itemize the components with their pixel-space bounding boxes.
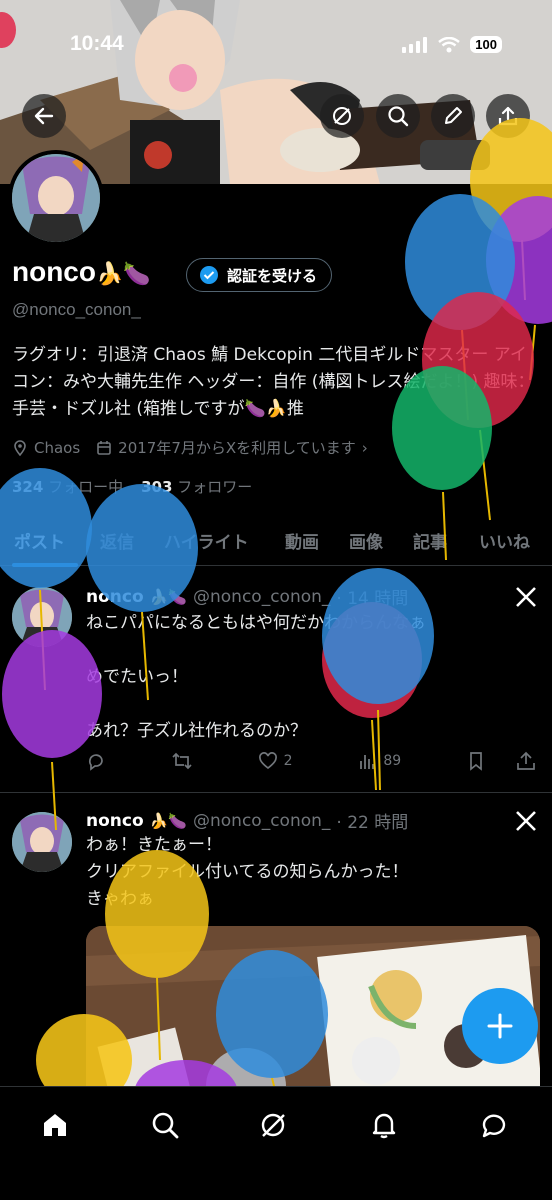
joined-date: 2017年7月からXを利用しています › xyxy=(96,437,368,458)
nav-search[interactable] xyxy=(145,1105,185,1145)
views-button[interactable]: 89 xyxy=(357,751,401,771)
profile-name-emoji: 🍌🍆 xyxy=(96,261,151,286)
signal-icon xyxy=(402,36,428,53)
home-icon xyxy=(44,1114,66,1136)
profile-name: nonco🍌🍆 xyxy=(12,256,151,288)
tweet-timestamp[interactable]: · 22 時間 xyxy=(336,808,408,833)
status-bar: 10:44 100 xyxy=(0,0,552,90)
repost-icon xyxy=(172,752,192,770)
verified-badge-icon xyxy=(200,266,218,284)
profile-bio: ラグオリ：引退済 Chaos 鯖 Dekcopin 二代目ギルドマスター アイコ… xyxy=(12,345,535,419)
status-icons: 100 xyxy=(402,36,502,53)
chevron-right-icon: › xyxy=(361,438,368,457)
followers-count: 303 xyxy=(141,478,173,496)
grok-button[interactable] xyxy=(320,94,364,138)
tweet-author-name[interactable]: nonco xyxy=(86,587,144,607)
tweet-author-handle: @nonco_conon_ xyxy=(193,586,331,607)
nav-home[interactable] xyxy=(35,1105,75,1145)
tab-posts[interactable]: ポスト xyxy=(14,528,65,553)
following-link[interactable]: 324 フォロー中 xyxy=(12,476,123,497)
like-count: 2 xyxy=(283,753,293,769)
bell-icon xyxy=(372,1113,396,1139)
get-verified-label: 認証を受ける xyxy=(227,266,318,285)
tweet-text: ねこパパになるともはや何だかわからんなぁ めでたいっ！ あれ？子ズル社作れるのか… xyxy=(86,613,426,741)
tab-likes[interactable]: いいね xyxy=(479,528,530,553)
view-count: 89 xyxy=(383,753,402,769)
status-time: 10:44 xyxy=(70,32,124,55)
tweet-author-emoji: 🍌🍆 xyxy=(149,811,187,830)
profile-meta: Chaos 2017年7月からXを利用しています › xyxy=(12,437,368,458)
nav-grok[interactable] xyxy=(253,1105,293,1145)
calendar-icon xyxy=(97,440,111,455)
plus-icon xyxy=(487,1013,513,1039)
x-logo-icon[interactable] xyxy=(514,585,538,609)
heart-icon xyxy=(258,752,277,770)
bar-chart-icon xyxy=(360,755,375,769)
tweet-timestamp[interactable]: · 14 時間 xyxy=(336,584,408,609)
follow-stats: 324 フォロー中 303 フォロワー xyxy=(12,476,252,497)
profile-tabs: ポスト 返信 ハイライト 動画 画像 記事 いいね xyxy=(0,514,552,567)
search-icon xyxy=(152,1112,179,1139)
bottom-navigation xyxy=(0,1086,552,1200)
share-icon xyxy=(498,106,518,126)
search-button[interactable] xyxy=(376,94,420,138)
grok-icon xyxy=(333,107,351,125)
location: Chaos xyxy=(12,439,80,457)
share-button[interactable] xyxy=(486,94,530,138)
location-pin-icon xyxy=(14,439,26,456)
profile-name-text: nonco xyxy=(12,256,96,287)
wifi-icon xyxy=(438,36,461,52)
battery-level: 100 xyxy=(470,36,502,53)
tweet-actions: 2 89 xyxy=(86,751,536,771)
location-text: Chaos xyxy=(34,438,81,457)
search-icon xyxy=(388,106,409,127)
arrow-left-icon xyxy=(34,107,54,125)
share-actions xyxy=(466,751,536,771)
followers-label: フォロワー xyxy=(177,478,253,496)
get-verified-button[interactable]: 認証を受ける xyxy=(186,258,333,292)
nav-notifications[interactable] xyxy=(364,1105,404,1145)
share-icon[interactable] xyxy=(516,751,536,771)
back-button[interactable] xyxy=(22,94,66,138)
bookmark-icon[interactable] xyxy=(466,751,486,771)
profile-handle: @nonco_conon_ xyxy=(12,300,141,319)
tweet-header: nonco 🍌🍆 @nonco_conon_ · 22 時間 xyxy=(86,808,408,834)
reply-icon xyxy=(88,754,103,771)
pencil-icon xyxy=(445,107,462,124)
tweet-author-handle: @nonco_conon_ xyxy=(193,810,331,831)
repost-button[interactable] xyxy=(171,751,193,771)
tab-photos[interactable]: 画像 xyxy=(349,528,383,553)
tweet[interactable]: nonco 🍌🍆 @nonco_conon_ · 14 時間 ねこパパになるとも… xyxy=(0,567,552,793)
edit-button[interactable] xyxy=(431,94,475,138)
tab-videos[interactable]: 動画 xyxy=(285,528,319,553)
tweet-header: nonco 🍌🍆 @nonco_conon_ · 14 時間 xyxy=(86,584,408,610)
grok-icon xyxy=(261,1113,285,1137)
tweet-avatar[interactable] xyxy=(12,587,72,647)
reply-button[interactable] xyxy=(86,751,106,771)
tweet-author-name[interactable]: nonco xyxy=(86,811,144,831)
tweet-author-emoji: 🍌🍆 xyxy=(149,587,187,606)
chat-bubble-icon xyxy=(482,1114,506,1138)
followers-link[interactable]: 303 フォロワー xyxy=(141,476,252,497)
nav-messages[interactable] xyxy=(474,1105,514,1145)
like-button[interactable]: 2 xyxy=(258,751,293,771)
compose-button[interactable] xyxy=(462,988,538,1064)
profile-avatar[interactable] xyxy=(8,150,104,246)
following-count: 324 xyxy=(12,478,44,496)
tab-articles[interactable]: 記事 xyxy=(413,528,447,553)
joined-text: 2017年7月からXを利用しています xyxy=(118,439,356,457)
tab-highlights[interactable]: ハイライト xyxy=(164,528,249,553)
tweet-avatar[interactable] xyxy=(12,812,72,872)
following-label: フォロー中 xyxy=(48,478,124,496)
x-logo-icon[interactable] xyxy=(514,809,538,833)
tweet-text: わぁ！きたぁー！ クリアファイル付いてるの知らんかった！ きゃわぁ xyxy=(86,835,409,909)
tab-replies[interactable]: 返信 xyxy=(100,528,134,553)
